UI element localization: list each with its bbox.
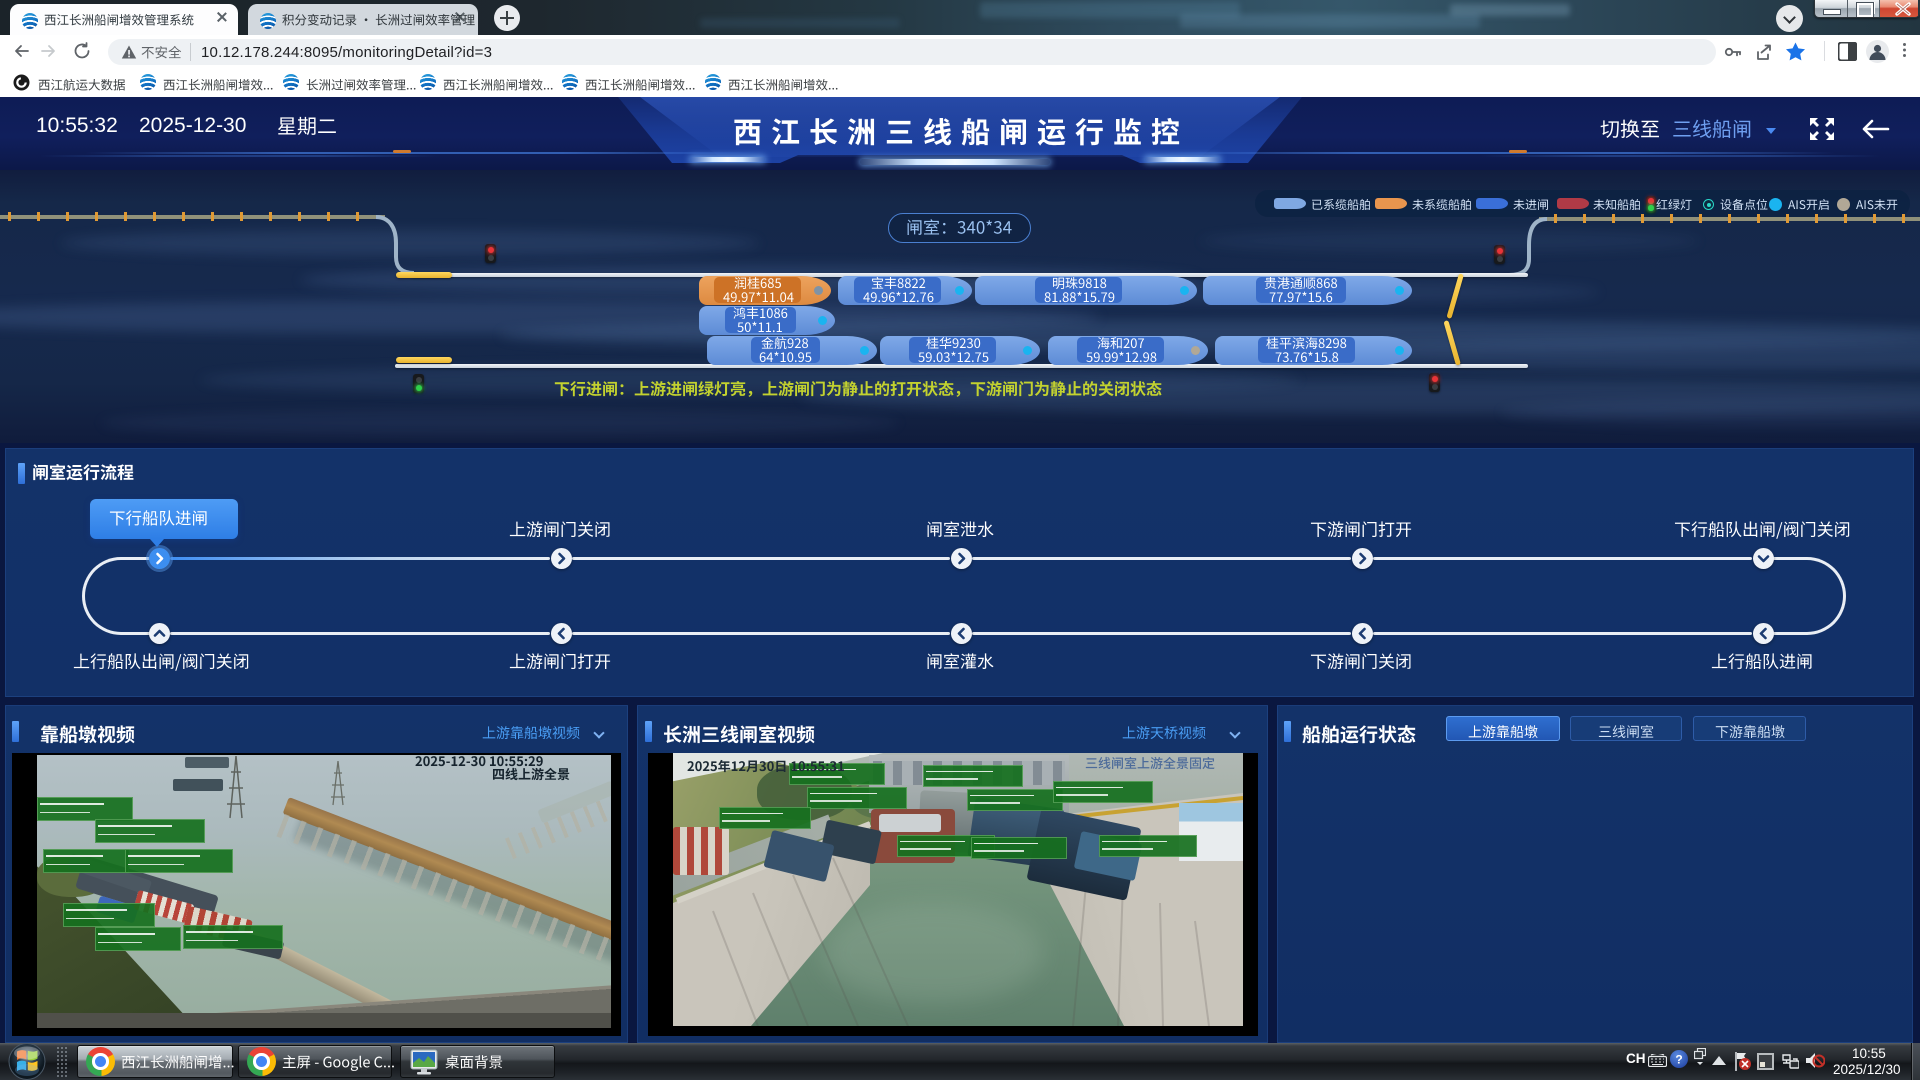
- svg-text:?: ?: [1675, 1053, 1682, 1067]
